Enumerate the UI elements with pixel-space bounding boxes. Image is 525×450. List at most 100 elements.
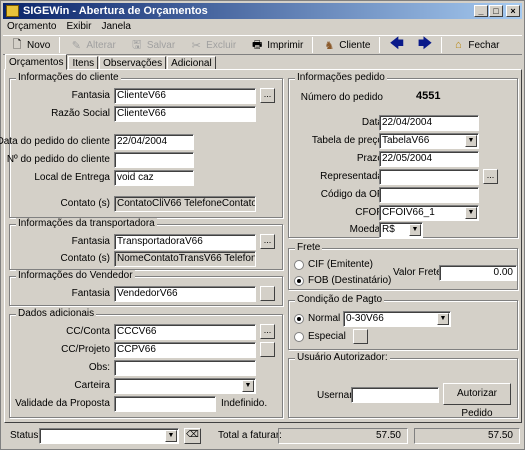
chevron-down-icon[interactable]: ▼ [242, 380, 254, 392]
tabela-label: Tabela de preço [311, 135, 383, 146]
transportadora-contato-field: NomeContatoTransV66 TelefoneCo [114, 251, 256, 267]
menu-bar: Orçamento Exibir Janela [3, 20, 131, 34]
contato-cliente-field: ContatoCliV66 TelefoneContatoCliV [114, 196, 256, 212]
contato-cliente-label: Contato (s) [60, 198, 110, 209]
carteira-select[interactable]: ▼ [114, 378, 256, 394]
salvar-button[interactable]: 🖫 Salvar [123, 36, 182, 54]
validade-label: Validade da Proposta [15, 398, 110, 409]
cfop-select[interactable]: CFOIV66_1 ▼ [379, 205, 479, 221]
adicionais-group: Dados adicionais CC/Conta CCCV66 ... CC/… [9, 308, 283, 418]
validade-note: Indefinido. [221, 398, 268, 409]
chevron-down-icon[interactable]: ▼ [409, 224, 421, 236]
cc-projeto-field[interactable]: CCPV66 [114, 342, 256, 358]
app-icon [6, 5, 19, 17]
next-button[interactable]: 🡆 [411, 35, 439, 54]
frete-group-title: Frete [295, 242, 323, 253]
novo-button[interactable]: 🗋 Novo [3, 36, 57, 54]
imprimir-button[interactable]: 🖶 Imprimir [243, 36, 310, 54]
local-entrega-field[interactable]: void caz [114, 170, 194, 186]
representada-field[interactable] [379, 169, 479, 185]
cliente-fantasia-field[interactable]: ClienteV66 [114, 88, 256, 104]
codigo-of-field[interactable] [379, 187, 479, 203]
chevron-down-icon[interactable]: ▼ [465, 207, 477, 219]
obs-field[interactable] [114, 360, 256, 376]
cc-conta-field[interactable]: CCCV66 [114, 324, 256, 340]
tab-strip: Orçamentos Itens Observações Adicional [5, 54, 217, 70]
tab-itens[interactable]: Itens [68, 56, 99, 70]
tab-observacoes[interactable]: Observações [99, 56, 167, 70]
transportadora-group: Informações da transportadora Fantasia T… [9, 218, 283, 270]
cc-conta-label: CC/Conta [66, 326, 110, 337]
chevron-down-icon[interactable]: ▼ [465, 135, 477, 147]
close-button[interactable]: × [506, 5, 520, 17]
delete-icon: ✂ [191, 39, 201, 52]
tab-content: Informações do cliente Fantasia ClienteV… [0, 69, 522, 423]
excluir-button[interactable]: ✂ Excluir [182, 36, 243, 54]
menu-janela[interactable]: Janela [101, 20, 130, 34]
cliente-group-title: Informações do cliente [16, 72, 121, 83]
numero-pedido-value: 4551 [416, 90, 441, 102]
transp-contato-label: Contato (s) [60, 253, 110, 264]
total-faturar-value-2: 57.50 [414, 428, 520, 444]
chevron-down-icon[interactable]: ▼ [165, 430, 177, 442]
cliente-button[interactable]: ♞ Cliente [315, 36, 377, 54]
pedido-group-title: Informações pedido [295, 72, 387, 83]
transportadora-fantasia-field[interactable]: TransportadoraV66 [114, 234, 256, 250]
normal-radio[interactable] [294, 314, 304, 324]
tab-orcamentos[interactable]: Orçamentos [5, 54, 68, 70]
obs-label: Obs: [88, 362, 110, 373]
prazo-field[interactable]: 22/05/2004 [379, 151, 479, 167]
menu-exibir[interactable]: Exibir [66, 20, 91, 34]
cc-conta-lookup-button[interactable]: ... [260, 324, 275, 339]
transportadora-group-title: Informações da transportadora [16, 218, 157, 229]
username-field[interactable] [351, 387, 439, 403]
cliente-lookup-button[interactable]: ... [260, 88, 275, 103]
chevron-down-icon[interactable]: ▼ [437, 313, 449, 325]
total-faturar-label: Total a faturar: [218, 430, 282, 441]
arrow-right-icon: 🡆 [417, 35, 433, 51]
alterar-button[interactable]: ✎ Alterar [62, 36, 122, 54]
maximize-button[interactable]: □ [489, 5, 503, 17]
status-label: Status [10, 430, 39, 441]
arrow-left-icon: 🡄 [389, 35, 404, 51]
representada-lookup-button[interactable]: ... [483, 169, 498, 184]
new-document-icon: 🗋 [12, 38, 22, 51]
eraser-icon[interactable]: ⌫ [184, 428, 201, 444]
save-icon: 🖫 [132, 38, 142, 51]
tabela-preco-select[interactable]: TabelaV66 ▼ [379, 133, 479, 149]
printer-icon: 🖶 [251, 38, 263, 51]
menu-orcamento[interactable]: Orçamento [7, 20, 56, 34]
main-window: SIGEWin - Abertura de Orçamentos _ □ × O… [0, 0, 525, 450]
tab-adicional[interactable]: Adicional [167, 56, 216, 70]
vendedor-group-title: Informações do Vendedor [16, 270, 135, 281]
moeda-select[interactable]: R$ ▼ [379, 222, 423, 238]
vendedor-fantasia-field[interactable]: VendedorV66 [114, 286, 256, 302]
valor-frete-field[interactable]: 0.00 [439, 265, 517, 281]
nro-pedido-cliente-label: Nº do pedido do cliente [6, 154, 110, 165]
especial-lookup-button[interactable] [353, 329, 368, 344]
autorizar-pedido-button[interactable]: Autorizar Pedido [443, 383, 511, 419]
cif-radio[interactable] [294, 260, 304, 270]
normal-label: Normal [308, 313, 341, 324]
minimize-button[interactable]: _ [474, 5, 488, 17]
previous-button[interactable]: 🡄 [382, 35, 410, 54]
valor-frete-label: Valor Frete [393, 267, 442, 278]
adicionais-group-title: Dados adicionais [16, 308, 97, 319]
condicao-normal-select[interactable]: 0-30V66 ▼ [343, 311, 451, 327]
fantasia-label: Fantasia [71, 90, 110, 101]
toolbar: 🗋 Novo ✎ Alterar 🖫 Salvar ✂ Excluir 🖶 Imprimi… [3, 35, 522, 55]
pedido-group: Informações pedido Número do pedido 4551… [288, 72, 518, 238]
status-select[interactable]: ▼ [39, 428, 179, 444]
fob-label: FOB (Destinatário) [308, 275, 392, 286]
especial-radio[interactable] [294, 332, 304, 342]
cc-projeto-lookup-button[interactable] [260, 342, 275, 357]
data-pedido-cliente-field[interactable]: 22/04/2004 [114, 134, 194, 150]
validade-field[interactable] [114, 396, 216, 412]
data-field[interactable]: 22/04/2004 [379, 115, 479, 131]
fechar-button[interactable]: ⌂ Fechar [444, 36, 506, 54]
nro-pedido-cliente-field[interactable] [114, 152, 194, 168]
fob-radio[interactable] [294, 276, 304, 286]
transportadora-lookup-button[interactable]: ... [260, 234, 275, 249]
razao-social-field[interactable]: ClienteV66 [114, 106, 256, 122]
vendedor-lookup-button[interactable] [260, 286, 275, 301]
